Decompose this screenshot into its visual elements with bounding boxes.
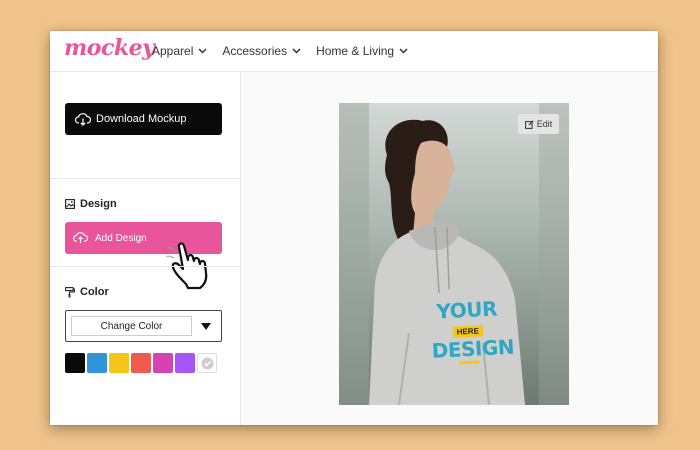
nav-item-apparel[interactable]: Apparel (152, 44, 207, 58)
caret-down-icon (201, 323, 211, 330)
color-swatch-purple[interactable] (175, 353, 195, 373)
mockup-preview-image: YOUR HERE DESIGN Edit (339, 103, 569, 405)
edit-label: Edit (536, 119, 553, 129)
edit-button[interactable]: Edit (518, 114, 559, 134)
hand-pointer-cursor-icon (166, 242, 208, 290)
image-icon (65, 199, 75, 209)
color-swatch-more[interactable] (197, 353, 217, 373)
chevron-down-icon (198, 48, 207, 54)
preview-canvas: YOUR HERE DESIGN Edit (242, 72, 658, 425)
sidebar: Download Mockup Design Add Design Color … (50, 72, 241, 425)
nav-item-label: Home & Living (316, 44, 395, 58)
color-swatch-red[interactable] (131, 353, 151, 373)
download-mockup-label: Download Mockup (96, 113, 187, 125)
nav-item-accessories[interactable]: Accessories (222, 44, 301, 58)
cloud-upload-icon (73, 232, 88, 244)
chevron-down-icon (292, 48, 301, 54)
divider (50, 178, 241, 179)
change-color-dropdown[interactable]: Change Color (65, 310, 222, 342)
change-color-value: Change Color (71, 316, 192, 336)
color-swatches (65, 353, 219, 373)
color-swatch-magenta[interactable] (153, 353, 173, 373)
check-circle-icon (201, 357, 213, 369)
chevron-down-icon (399, 48, 408, 54)
color-swatch-yellow[interactable] (109, 353, 129, 373)
add-design-label: Add Design (95, 232, 147, 244)
design-section-label: Design (80, 198, 117, 210)
print-line-1: YOUR (435, 296, 498, 324)
color-section-title: Color (65, 286, 109, 298)
brand-logo[interactable]: mockey (64, 35, 155, 61)
color-swatch-blue[interactable] (87, 353, 107, 373)
divider (50, 266, 241, 267)
paint-roller-icon (65, 286, 75, 297)
nav-item-home-living[interactable]: Home & Living (316, 44, 408, 58)
main-nav: Apparel Accessories Home & Living (152, 44, 423, 58)
nav-item-label: Accessories (222, 44, 288, 58)
design-placeholder-print: YOUR HERE DESIGN (429, 296, 515, 373)
app-window: mockey Apparel Accessories Home & Living… (50, 31, 658, 425)
top-navbar: mockey Apparel Accessories Home & Living (50, 31, 658, 72)
print-line-2: DESIGN (431, 334, 515, 363)
design-section-title: Design (65, 198, 117, 210)
download-mockup-button[interactable]: Download Mockup (65, 103, 222, 135)
cloud-download-icon (75, 112, 91, 126)
nav-item-label: Apparel (152, 44, 194, 58)
color-swatch-black[interactable] (65, 353, 85, 373)
color-section-label: Color (80, 286, 109, 298)
edit-icon (524, 119, 534, 129)
